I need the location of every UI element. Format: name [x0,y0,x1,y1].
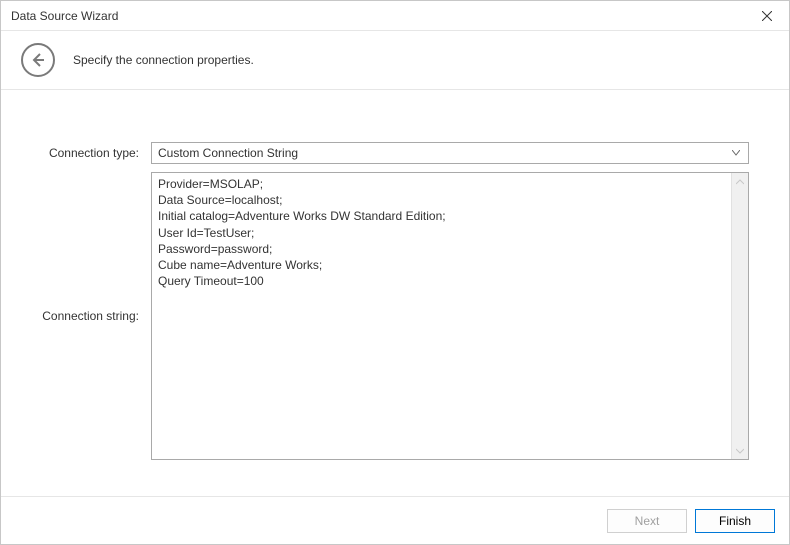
chevron-up-icon [736,179,744,185]
close-icon [762,11,772,21]
connection-type-value: Custom Connection String [158,146,728,160]
back-button[interactable] [21,43,55,77]
wizard-header: Specify the connection properties. [1,31,789,90]
connection-string-input[interactable] [152,173,731,459]
form-area: Connection type: Custom Connection Strin… [1,90,789,460]
scroll-down-button[interactable] [732,442,748,459]
connection-string-wrap [151,172,749,460]
window-title: Data Source Wizard [11,9,118,23]
titlebar: Data Source Wizard [1,1,789,31]
close-button[interactable] [744,1,789,31]
wizard-subtitle: Specify the connection properties. [73,53,254,67]
footer: Next Finish [1,496,789,544]
scroll-up-button[interactable] [732,173,748,190]
connection-type-label: Connection type: [41,146,151,160]
arrow-left-icon [30,52,46,68]
next-button: Next [607,509,687,533]
chevron-down-icon [736,448,744,454]
connection-type-combo[interactable]: Custom Connection String [151,142,749,164]
connection-type-row: Connection type: Custom Connection Strin… [41,142,749,164]
connection-string-row: Connection string: [41,172,749,460]
finish-button[interactable]: Finish [695,509,775,533]
connection-string-label: Connection string: [41,309,151,323]
chevron-down-icon [728,150,744,156]
scrollbar[interactable] [731,173,748,459]
